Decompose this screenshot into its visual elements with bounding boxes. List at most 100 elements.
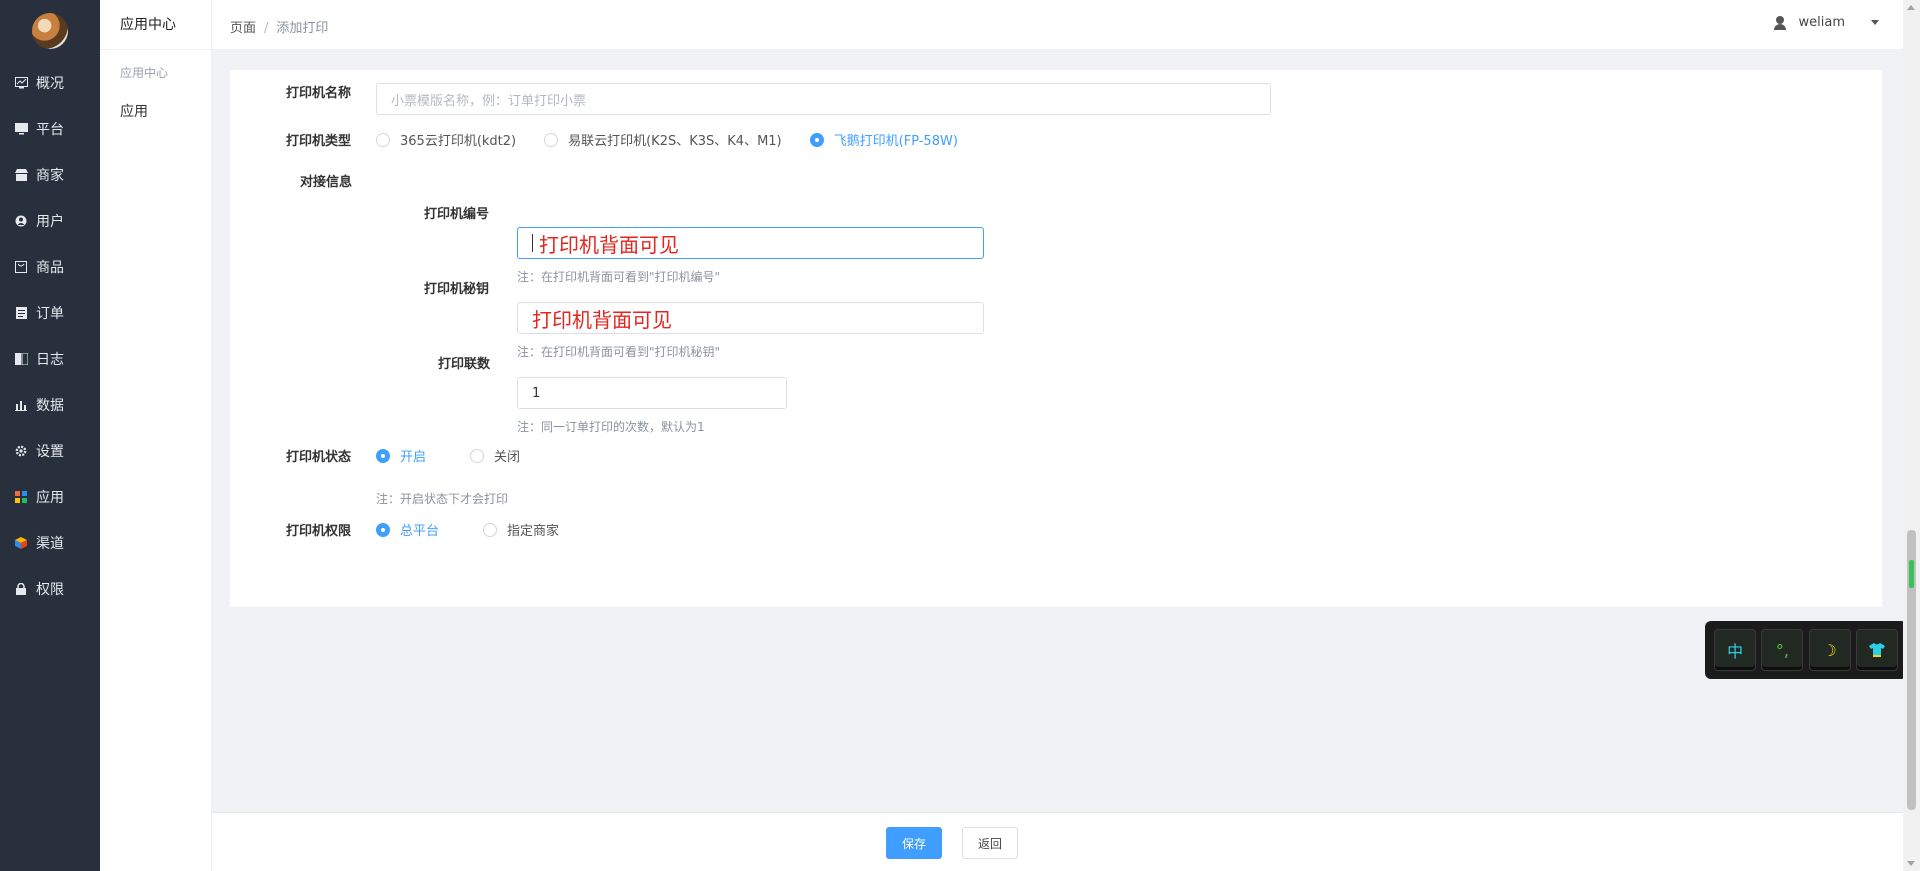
sub-sidebar: 应用中心 应用中心 应用 [100, 0, 212, 871]
main-sidebar: 概况 平台 商家 用户 商品 订单 日志 数据 设置 应用 渠道 权限 [0, 0, 100, 871]
log-icon [14, 352, 28, 366]
sidebar-item-product[interactable]: 商品 [0, 244, 100, 290]
logo[interactable] [32, 13, 68, 49]
radio-dot [809, 132, 824, 147]
radio-label: 飞鹅打印机(FP-58W) [833, 134, 958, 149]
print-copies-label: 打印联数 [438, 357, 491, 372]
radio-type-feie[interactable]: 飞鹅打印机(FP-58W) [809, 130, 958, 149]
radio-perm-merchant[interactable]: 指定商家 [483, 520, 559, 539]
ime-glyph: ☽ [1822, 640, 1837, 660]
user-menu[interactable]: weliam [1773, 15, 1879, 30]
lock-icon [14, 582, 28, 596]
chevron-down-icon[interactable] [1871, 20, 1879, 25]
sidebar-item-overview[interactable]: 概况 [0, 60, 100, 106]
back-button[interactable]: 返回 [962, 827, 1018, 859]
radio-status-on[interactable]: 开启 [376, 446, 426, 465]
sidebar-item-label: 订单 [36, 306, 64, 322]
shirt-icon [1868, 643, 1885, 657]
desktop-icon [14, 122, 28, 136]
radio-type-yilianyun[interactable]: 易联云打印机(K2S、K3S、K4、M1) [544, 130, 782, 149]
print-copies-input[interactable]: 1 [517, 377, 787, 409]
sidebar-item-settings[interactable]: 设置 [0, 428, 100, 474]
section-title-connection: 对接信息 [300, 175, 353, 190]
radio-label: 关闭 [494, 450, 521, 465]
sub-sidebar-group: 应用中心 [120, 66, 169, 80]
user-icon [1773, 15, 1787, 30]
sidebar-item-label: 概况 [36, 76, 64, 92]
printer-permission-label: 打印机权限 [286, 524, 352, 539]
printer-code-note: 注：在打印机背面可看到"打印机编号" [517, 270, 721, 284]
printer-code-label: 打印机编号 [424, 207, 490, 222]
sub-sidebar-item-apps[interactable]: 应用 [100, 101, 211, 121]
printer-name-label: 打印机名称 [286, 86, 352, 101]
page-scrollbar[interactable] [1903, 0, 1920, 871]
radio-dot [376, 522, 390, 537]
monitor-chart-icon [14, 76, 28, 90]
sidebar-item-permission[interactable]: 权限 [0, 566, 100, 612]
cube-icon [14, 536, 28, 550]
printer-key-input[interactable]: 打印机背面可见 [517, 302, 984, 334]
printer-code-value: 打印机背面可见 [539, 232, 679, 257]
username: weliam [1798, 15, 1845, 30]
sidebar-item-label: 用户 [36, 214, 64, 230]
printer-key-value: 打印机背面可见 [532, 307, 672, 332]
printer-permission-radio-group: 总平台 指定商家 [376, 520, 587, 539]
printer-status-radio-group: 开启 关闭 [376, 446, 548, 465]
print-copies-note: 注：同一订单打印的次数，默认为1 [517, 420, 705, 434]
radio-label: 开启 [400, 450, 427, 465]
field-printer-name: 打印机名称 [286, 82, 351, 101]
ime-toolbar: 中 °, ☽ [1705, 621, 1907, 679]
sidebar-item-log[interactable]: 日志 [0, 336, 100, 382]
sidebar-item-merchant[interactable]: 商家 [0, 152, 100, 198]
chinese-input-icon[interactable]: 中 [1714, 629, 1757, 671]
print-copies-value: 1 [532, 385, 541, 401]
skin-icon[interactable] [1855, 629, 1898, 671]
breadcrumb-current: 添加打印 [276, 21, 329, 36]
sidebar-item-label: 应用 [36, 490, 64, 506]
sidebar-item-platform[interactable]: 平台 [0, 106, 100, 152]
form-footer: 保存 返回 [212, 812, 1903, 871]
radio-dot [483, 522, 498, 537]
field-print-copies: 打印联数 [438, 353, 490, 372]
ime-glyph: °, [1775, 640, 1789, 660]
sidebar-item-order[interactable]: 订单 [0, 290, 100, 336]
sidebar-item-channel[interactable]: 渠道 [0, 520, 100, 566]
breadcrumb-root[interactable]: 页面 [230, 21, 256, 36]
scroll-marker [1909, 560, 1914, 588]
scroll-up-icon[interactable] [1907, 5, 1915, 10]
printer-name-input[interactable]: 小票模版名称，例：订单打印小票 [376, 83, 1271, 115]
sidebar-item-apps[interactable]: 应用 [0, 474, 100, 520]
radio-label: 365云打印机(kdt2) [400, 134, 517, 149]
breadcrumb-separator: / [264, 21, 269, 36]
form-card: 打印机名称 小票模版名称，例：订单打印小票 打印机类型 365云打印机(kdt2… [230, 70, 1882, 607]
main-nav: 概况 平台 商家 用户 商品 订单 日志 数据 设置 应用 渠道 权限 [0, 60, 100, 612]
field-printer-key: 打印机秘钥 [424, 278, 489, 297]
printer-type-label: 打印机类型 [286, 134, 352, 149]
printer-status-label: 打印机状态 [286, 450, 352, 465]
field-printer-type: 打印机类型 [286, 130, 351, 149]
gear-icon [14, 444, 28, 458]
radio-label: 易联云打印机(K2S、K3S、K4、M1) [568, 134, 782, 149]
sidebar-item-label: 商品 [36, 260, 64, 276]
breadcrumb: 页面 / 添加打印 [230, 17, 328, 36]
sidebar-item-user[interactable]: 用户 [0, 198, 100, 244]
scroll-down-icon[interactable] [1907, 861, 1915, 866]
printer-code-input[interactable]: 打印机背面可见 [517, 227, 984, 259]
radio-dot [544, 132, 559, 147]
field-printer-permission: 打印机权限 [286, 520, 351, 539]
sidebar-item-data[interactable]: 数据 [0, 382, 100, 428]
user-icon [14, 214, 28, 228]
save-button[interactable]: 保存 [886, 827, 942, 859]
sidebar-item-label: 日志 [36, 352, 64, 368]
sidebar-item-label: 商家 [36, 168, 64, 184]
sidebar-item-label: 渠道 [36, 536, 64, 552]
punctuation-icon[interactable]: °, [1761, 629, 1804, 671]
radio-type-365[interactable]: 365云打印机(kdt2) [376, 130, 516, 149]
radio-dot [376, 132, 390, 147]
product-icon [14, 260, 28, 274]
top-header: 页面 / 添加打印 weliam [212, 0, 1903, 50]
moon-icon[interactable]: ☽ [1808, 629, 1851, 671]
sidebar-item-label: 平台 [36, 122, 64, 138]
radio-status-off[interactable]: 关闭 [470, 446, 520, 465]
radio-perm-platform[interactable]: 总平台 [376, 520, 439, 539]
